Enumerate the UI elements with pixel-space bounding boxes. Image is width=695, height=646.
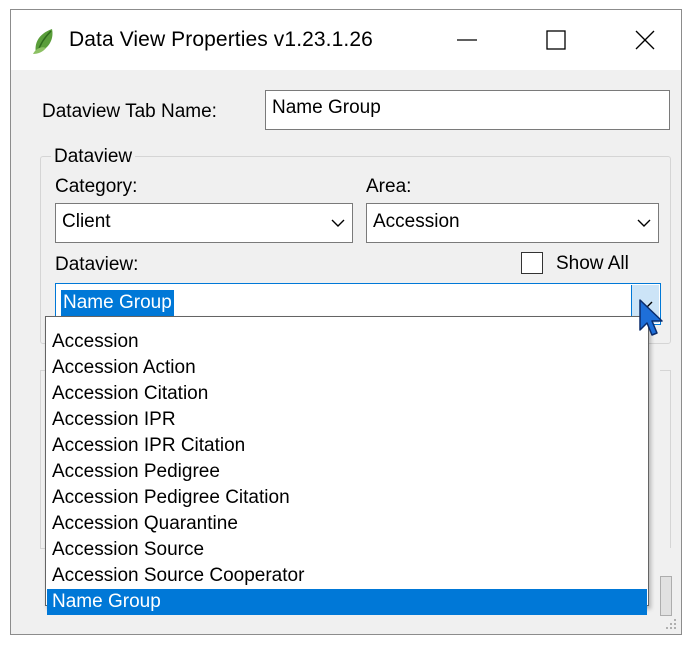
category-value: Client	[62, 211, 111, 232]
show-all-checkbox[interactable]	[521, 252, 543, 274]
window-title: Data View Properties v1.23.1.26	[69, 28, 373, 51]
show-all-label[interactable]: Show All	[556, 253, 629, 275]
close-icon	[635, 30, 655, 50]
green-leaf-app-icon	[33, 29, 53, 54]
list-item-selected[interactable]: Name Group	[47, 589, 647, 615]
list-item[interactable]: Accession Pedigree	[47, 459, 647, 485]
dataview-selected-text[interactable]: Name Group	[61, 290, 174, 316]
minimize-button[interactable]	[427, 10, 507, 70]
category-select[interactable]: Client	[55, 203, 353, 243]
list-item[interactable]: Accession Citation	[47, 381, 647, 407]
hidden-groupbox-edge	[40, 370, 41, 548]
area-select[interactable]: Accession	[366, 203, 659, 243]
list-item[interactable]: Accession Source	[47, 537, 647, 563]
list-item[interactable]: Accession Pedigree Citation	[47, 485, 647, 511]
close-button[interactable]	[605, 10, 681, 70]
hidden-button-edge	[660, 576, 672, 616]
resize-grip-icon[interactable]	[664, 617, 678, 631]
maximize-icon	[546, 30, 566, 50]
area-label: Area:	[366, 176, 412, 197]
title-bar[interactable]: Data View Properties v1.23.1.26	[11, 10, 681, 70]
maximize-button[interactable]	[516, 10, 596, 70]
mouse-pointer-icon	[639, 299, 663, 336]
hidden-groupbox-edge	[670, 370, 671, 548]
dataview-label: Dataview:	[55, 254, 139, 275]
dataview-group-title: Dataview	[51, 146, 136, 168]
list-item[interactable]: Accession IPR Citation	[47, 433, 647, 459]
tab-name-input[interactable]: Name Group	[265, 90, 670, 130]
category-label: Category:	[55, 176, 138, 197]
list-item[interactable]: Accession Action	[47, 355, 647, 381]
list-item[interactable]: Accession IPR	[47, 407, 647, 433]
chevron-down-icon	[637, 219, 651, 227]
list-item[interactable]: Accession Quarantine	[47, 511, 647, 537]
area-value: Accession	[373, 211, 460, 232]
tab-name-label: Dataview Tab Name:	[42, 101, 217, 122]
minimize-icon	[457, 39, 477, 41]
list-item[interactable]: Accession	[47, 329, 647, 355]
chevron-down-icon	[331, 219, 345, 227]
dataview-dropdown-list[interactable]: Accession Accession Action Accession Cit…	[45, 316, 649, 615]
list-item[interactable]: Accession Source Cooperator	[47, 563, 647, 589]
